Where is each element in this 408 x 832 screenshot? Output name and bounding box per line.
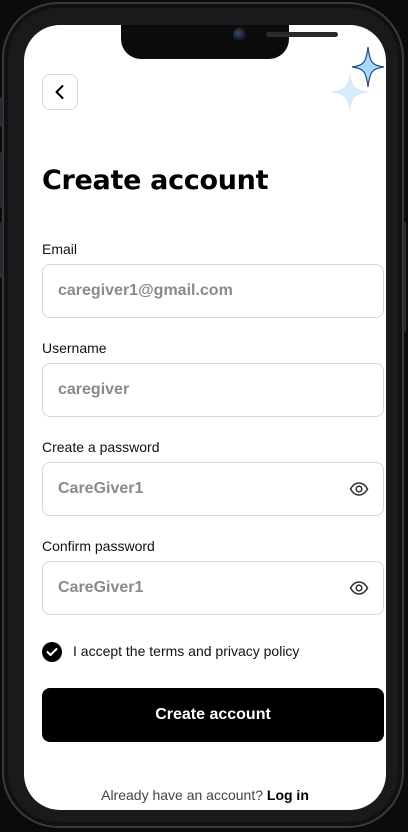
speaker-grille bbox=[266, 32, 338, 37]
confirm-password-value: CareGiver1 bbox=[58, 579, 144, 596]
terms-label[interactable]: I accept the terms and privacy policy bbox=[73, 643, 299, 659]
username-value: caregiver bbox=[58, 381, 130, 398]
terms-checkbox[interactable] bbox=[42, 642, 62, 662]
email-label: Email bbox=[42, 241, 78, 257]
phone-frame: Create account Email caregiver1@gmail.co… bbox=[0, 2, 406, 828]
volume-down-button bbox=[0, 222, 3, 278]
create-account-button[interactable]: Create account bbox=[42, 688, 384, 742]
confirm-password-label: Confirm password bbox=[42, 538, 155, 554]
eye-icon[interactable] bbox=[349, 579, 369, 597]
password-field[interactable]: CareGiver1 bbox=[42, 462, 384, 516]
sparkle-icon bbox=[330, 46, 385, 113]
chevron-left-icon bbox=[55, 85, 64, 99]
email-field[interactable]: caregiver1@gmail.com bbox=[42, 264, 384, 318]
checkmark-icon bbox=[46, 648, 58, 656]
confirm-password-field[interactable]: CareGiver1 bbox=[42, 561, 384, 615]
side-button bbox=[0, 97, 3, 127]
username-field[interactable]: caregiver bbox=[42, 363, 384, 417]
email-value: caregiver1@gmail.com bbox=[58, 282, 233, 299]
password-label: Create a password bbox=[42, 439, 160, 455]
login-prompt-text: Already have an account? bbox=[101, 787, 267, 803]
password-value: CareGiver1 bbox=[58, 480, 144, 497]
volume-up-button bbox=[0, 152, 3, 208]
login-prompt: Already have an account? Log in bbox=[24, 787, 386, 803]
page-title: Create account bbox=[42, 165, 269, 196]
app-screen: Create account Email caregiver1@gmail.co… bbox=[24, 25, 386, 810]
power-button bbox=[403, 222, 406, 332]
camera-icon bbox=[233, 28, 246, 41]
notch bbox=[121, 25, 338, 59]
eye-icon[interactable] bbox=[349, 480, 369, 498]
username-label: Username bbox=[42, 340, 107, 356]
back-button[interactable] bbox=[42, 74, 78, 110]
login-link[interactable]: Log in bbox=[267, 787, 309, 803]
